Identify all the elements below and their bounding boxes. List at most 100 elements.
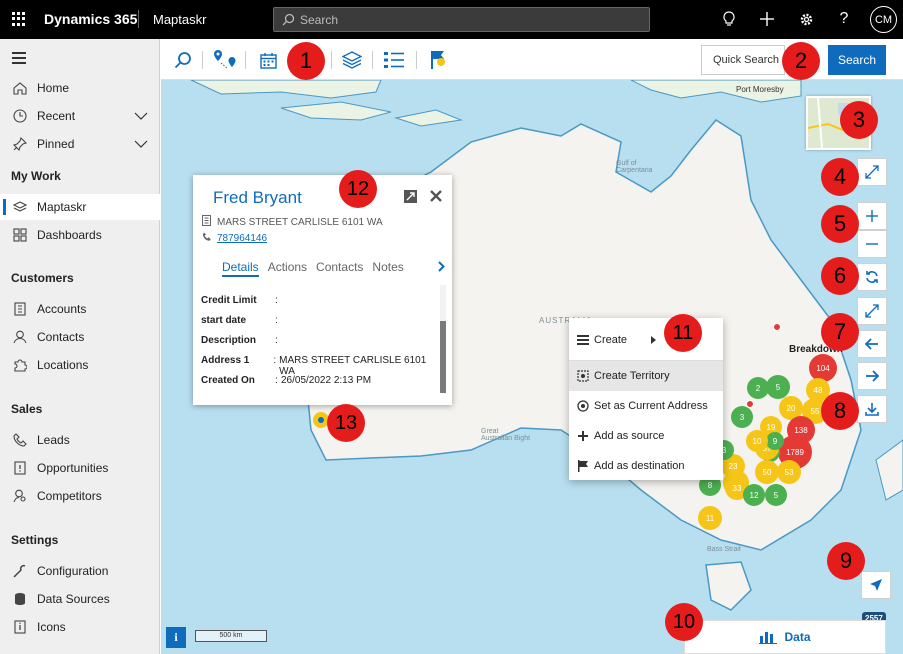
download-button[interactable] [857,395,887,423]
wrench-icon [12,564,28,578]
tab-details[interactable]: Details [222,260,259,277]
refresh-button[interactable] [857,263,887,291]
help-icon[interactable]: ? [834,9,854,29]
layers-tool[interactable] [341,49,363,71]
nav-item-icons[interactable]: Icons [0,614,160,640]
cluster-marker[interactable]: 12 [743,484,765,506]
close-icon[interactable] [430,190,442,205]
section-header-my-work: My Work [11,169,61,183]
nav-item-accounts[interactable]: Accounts [0,296,160,322]
menu-item-label: Add as destination [594,460,685,472]
open-record-icon[interactable] [403,189,418,207]
record-name[interactable]: Fred Bryant [213,188,302,208]
nav-item-maptaskr[interactable]: Maptaskr [0,194,160,220]
data-button[interactable]: Data [684,620,886,654]
nav-item-recent[interactable]: Recent [0,103,160,129]
zoom-out-button[interactable] [857,230,887,258]
brand-title[interactable]: Dynamics 365 [44,11,137,27]
menu-item-label: Create Territory [594,370,670,382]
menu-item-create-territory[interactable]: Create Territory [569,361,723,391]
scale-bar: 500 km [195,630,267,642]
cluster-marker[interactable]: 11 [698,506,722,530]
nav-item-opportunities[interactable]: Opportunities [0,455,160,481]
search-button[interactable]: Search [828,45,886,75]
bar-chart-icon [759,632,778,644]
search-icon [174,52,191,69]
scrollbar[interactable] [440,285,446,393]
calendar-tool[interactable] [257,49,279,71]
cluster-marker[interactable]: 10 [746,430,768,452]
lightbulb-icon[interactable] [719,9,739,29]
icon-file-icon [12,620,28,634]
nav-item-leads[interactable]: Leads [0,427,160,453]
nav-item-configuration[interactable]: Configuration [0,558,160,584]
map-label: Great Australian Bight [481,428,531,442]
pan-left-button[interactable] [857,330,887,358]
legend-tool[interactable] [383,49,405,71]
callout-badge: 12 [339,170,377,208]
context-menu: Create Create Territory Set as Current A… [569,318,723,480]
chevron-right-icon[interactable] [438,261,445,275]
resize-icon [865,304,879,318]
app-name[interactable]: Maptaskr [153,12,206,27]
callout-badge: 2 [782,42,820,80]
divider [202,51,203,69]
detail-row: Address 1: MARS STREET CARLISLE 6101 WA [201,355,427,377]
record-phone-link[interactable]: 787964146 [217,233,267,244]
map-label: Gulf of Carpentaria [616,160,653,174]
hamburger-icon[interactable] [12,52,26,67]
nav-label: Locations [37,358,89,372]
cluster-marker[interactable]: 3 [731,406,753,428]
person-search-icon [12,489,28,503]
nav-item-data-sources[interactable]: Data Sources [0,586,160,612]
app-launcher-icon[interactable] [12,12,26,26]
cluster-marker[interactable]: 50 [755,460,779,484]
phone-icon [202,232,212,245]
callout-badge: 8 [821,392,859,430]
gear-icon[interactable] [796,9,816,29]
cluster-marker[interactable]: 5 [766,375,790,399]
menu-item-set-current-address[interactable]: Set as Current Address [569,391,723,421]
tab-actions[interactable]: Actions [268,260,307,277]
plus-icon [577,431,589,441]
nav-item-home[interactable]: Home [0,75,160,101]
tab-contacts[interactable]: Contacts [316,260,363,277]
map-marker[interactable] [773,323,781,331]
nav-item-locations[interactable]: Locations [0,352,160,378]
minus-icon [866,243,878,245]
cluster-marker[interactable]: 9 [766,432,784,450]
zoom-in-button[interactable] [857,202,887,230]
tab-notes[interactable]: Notes [372,260,403,277]
nav-item-competitors[interactable]: Competitors [0,483,160,509]
divider [416,51,417,69]
cluster-marker[interactable]: 5 [765,484,787,506]
scrollbar-thumb[interactable] [440,321,446,393]
avatar[interactable]: CM [870,6,897,33]
nav-item-pinned[interactable]: Pinned [0,131,160,157]
route-tool[interactable] [212,49,238,71]
nav-label: Dashboards [37,228,102,242]
nav-item-dashboards[interactable]: Dashboards [0,222,160,248]
nav-item-contacts[interactable]: Contacts [0,324,160,350]
plus-icon[interactable] [757,9,777,29]
menu-item-add-source[interactable]: Add as source [569,421,723,451]
clock-icon [12,109,28,123]
chevron-down-icon[interactable] [134,137,148,151]
quick-search-input[interactable]: Quick Search [701,45,785,75]
record-card: Fred Bryant MARS STREET CARLISLE 6101 WA… [193,175,452,405]
locate-button[interactable] [861,571,891,599]
cluster-marker[interactable]: 53 [777,460,801,484]
map-search-tool[interactable] [172,49,194,71]
fullscreen-button[interactable] [857,158,887,186]
chevron-down-icon[interactable] [134,109,148,123]
pin-icon [12,137,28,151]
info-button[interactable]: i [166,627,186,648]
resize-button[interactable] [857,297,887,325]
pan-right-button[interactable] [857,362,887,390]
global-search-input[interactable]: Search [273,7,650,32]
territory-tool[interactable] [427,49,449,71]
menu-item-add-destination[interactable]: Add as destination [569,451,723,481]
building-icon [202,215,212,229]
divider [138,10,139,28]
divider [245,51,246,69]
